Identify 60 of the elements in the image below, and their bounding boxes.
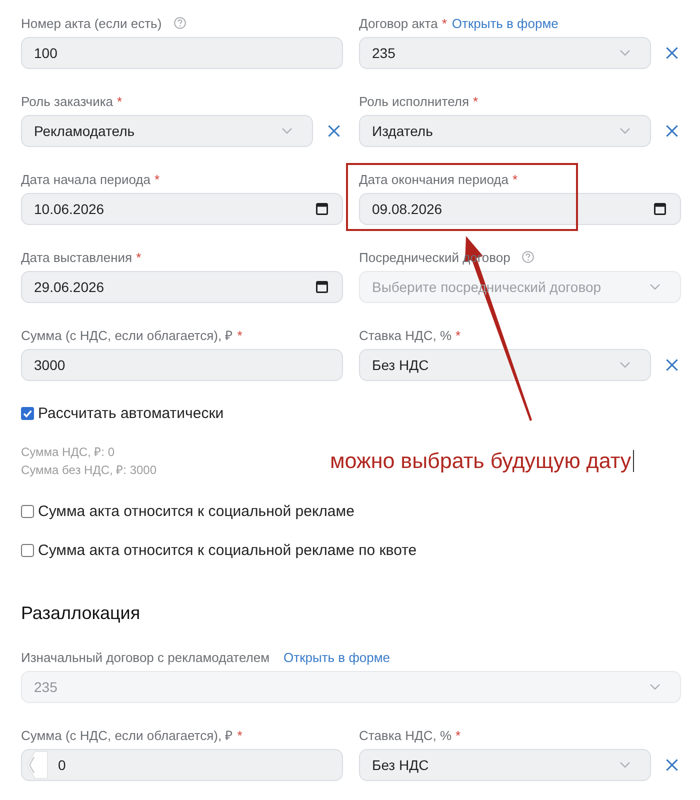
text-field[interactable]: 3000 [21,349,343,381]
select-field[interactable]: Рекламодатель [21,115,313,147]
required-mark: * [456,328,461,342]
clear-icon[interactable] [666,47,678,59]
field-label: Дата окончания периода [359,172,508,186]
select-field[interactable]: Без НДС [359,349,651,381]
required-mark: * [136,250,142,264]
field-label: Роль заказчика [21,94,114,108]
chevron-down-icon [282,128,292,134]
checkbox[interactable] [21,406,34,420]
required-mark: * [154,172,160,186]
open-form-link[interactable]: Открыть в форме [452,16,558,30]
chevron-down-icon [650,284,660,290]
required-mark: * [237,728,242,742]
calendar-icon[interactable] [316,281,328,293]
date-field[interactable]: 10.06.2026 [21,193,343,225]
required-mark: * [442,16,447,30]
chevron-down-icon [620,128,630,134]
checkbox[interactable] [21,504,34,518]
text-field[interactable]: 0 [21,749,343,781]
select-field[interactable]: Издатель [359,115,651,147]
date-field[interactable]: 29.06.2026 [21,271,343,303]
help-icon[interactable] [174,17,186,29]
clear-icon[interactable] [666,759,678,771]
field-label: Изначальный договор с рекламодателем [21,650,270,664]
required-mark: * [512,172,518,186]
summary-text: Сумма НДС, ₽: 0 [21,444,116,461]
select-field[interactable]: 235 [359,37,651,69]
summary-text: Сумма без НДС, ₽: 3000 [21,462,158,479]
required-mark: * [473,94,478,108]
clear-icon[interactable] [328,125,340,137]
calendar-icon[interactable] [316,203,328,215]
field-label: Дата выставления [21,250,132,264]
required-mark: * [237,328,242,342]
checkbox-label[interactable]: Сумма акта относится к социальной рекламе по квоте [38,542,417,558]
chevron-down-icon [620,50,630,56]
field-label: Роль исполнителя [359,94,470,108]
section-title: Разаллокация [21,602,142,625]
clear-icon[interactable] [666,125,678,137]
checkbox[interactable] [21,544,34,556]
required-mark: * [456,728,461,742]
checkbox-label[interactable]: Рассчитать автоматически [38,404,224,422]
text-field[interactable]: 100 [21,37,343,69]
chevron-down-icon [620,362,630,368]
chevron-down-icon [650,684,660,690]
field-label: Ставка НДС, % [359,328,452,342]
required-mark: * [117,94,122,108]
field-label: Сумма (с НДС, если облагается), ₽ [21,327,234,344]
date-field[interactable]: 09.08.2026 [359,193,681,225]
field-label: Ставка НДС, % [359,728,452,742]
checkbox-label[interactable]: Сумма акта относится к социальной рекламе [38,502,354,520]
field-label: Номер акта (если есть) [21,16,162,30]
calendar-icon[interactable] [654,203,666,215]
field-label: Сумма (с НДС, если облагается), ₽ [21,727,234,744]
select-field[interactable]: Без НДС [359,749,651,781]
field-label: Договор акта [359,16,438,30]
chevron-down-icon [620,762,630,768]
annotation-text: можно выбрать будущую дату [330,449,632,473]
clear-icon[interactable] [666,359,678,371]
field-label: Дата начала периода [21,172,150,186]
